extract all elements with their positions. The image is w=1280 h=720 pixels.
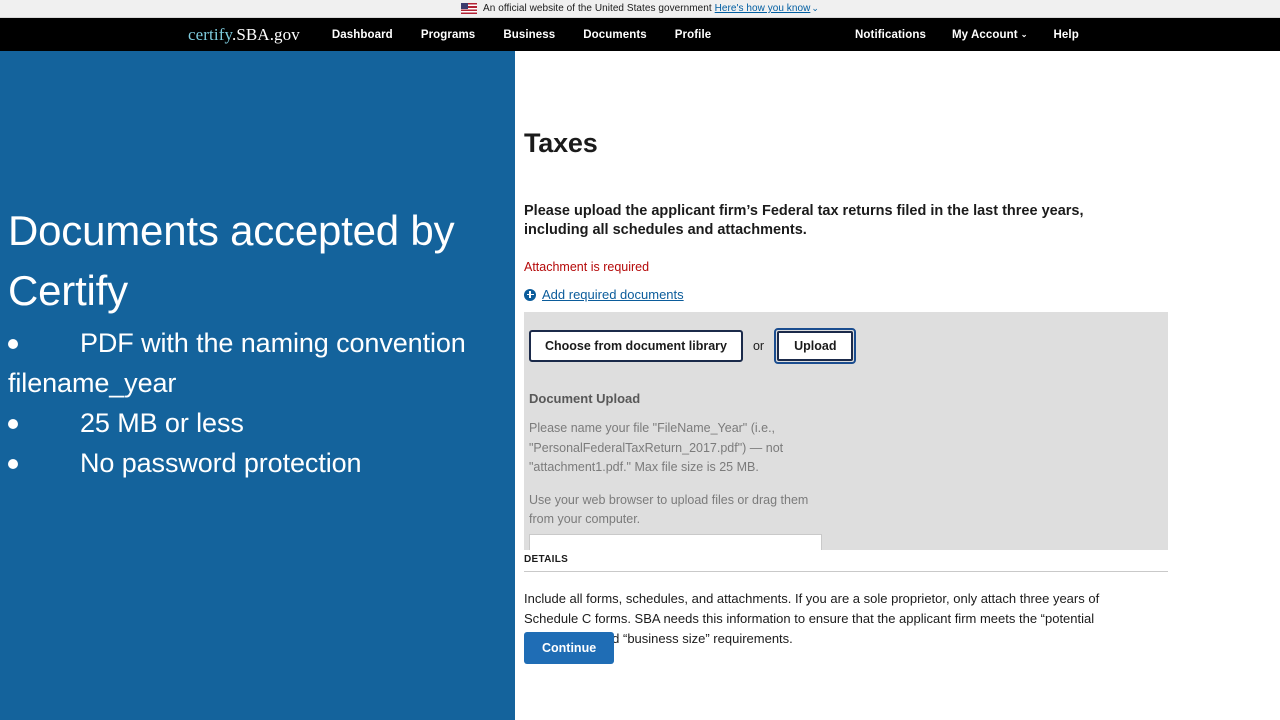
nav-item-notifications[interactable]: Notifications <box>855 29 926 41</box>
document-upload-panel: Choose from document library or Upload D… <box>524 312 1168 550</box>
list-item: PDF with the naming convention filename_… <box>8 323 507 403</box>
nav-item-documents[interactable]: Documents <box>583 29 647 41</box>
bullet-icon <box>8 459 18 469</box>
list-item: No password protection <box>8 443 507 483</box>
or-label: or <box>752 339 765 353</box>
continue-button[interactable]: Continue <box>524 632 615 664</box>
panel-bullet-list: PDF with the naming convention filename_… <box>8 323 507 483</box>
nav-item-profile[interactable]: Profile <box>675 29 712 41</box>
main-content: Taxes Please upload the applicant firm’s… <box>515 51 1280 720</box>
page-title: Taxes <box>524 128 598 158</box>
bullet-icon <box>8 339 18 349</box>
logo-sba-text: .SBA.gov <box>231 24 300 44</box>
page-body: Documents accepted by Certify PDF with t… <box>0 51 1280 720</box>
upload-action-row: Choose from document library or Upload <box>529 328 1168 364</box>
plus-circle-icon <box>524 288 536 301</box>
add-required-documents-link[interactable]: Add required documents <box>524 287 684 302</box>
details-divider <box>524 571 1168 572</box>
primary-nav: Dashboard Programs Business Documents Pr… <box>332 29 711 41</box>
bullet-icon <box>8 419 18 429</box>
add-required-documents-label: Add required documents <box>542 287 684 302</box>
upload-button[interactable]: Upload <box>777 331 854 361</box>
attachment-required-error: Attachment is required <box>524 260 650 274</box>
chevron-down-icon: ⌄ <box>1020 29 1028 39</box>
chevron-down-icon[interactable]: ⌄ <box>811 3 819 14</box>
nav-item-programs[interactable]: Programs <box>421 29 476 41</box>
us-flag-icon <box>461 3 478 14</box>
gov-banner-text: An official website of the United States… <box>483 3 712 14</box>
secondary-nav: Notifications My Account ⌄ Help <box>855 29 1079 41</box>
gov-banner: An official website of the United States… <box>0 0 1280 18</box>
heres-how-you-know-link[interactable]: Here's how you know <box>715 3 811 14</box>
list-item-label: No password protection <box>80 448 362 478</box>
nav-item-my-account[interactable]: My Account ⌄ <box>952 29 1028 41</box>
nav-item-my-account-label: My Account <box>951 28 1018 41</box>
file-input[interactable] <box>529 534 822 550</box>
document-upload-heading: Document Upload <box>529 391 641 406</box>
nav-item-business[interactable]: Business <box>503 29 555 41</box>
nav-item-help[interactable]: Help <box>1054 29 1079 41</box>
nav-item-dashboard[interactable]: Dashboard <box>332 29 393 41</box>
upload-browser-instructions: Use your web browser to upload files or … <box>529 492 809 527</box>
logo-certify-text: certify <box>188 24 232 44</box>
details-label: DETAILS <box>524 554 569 565</box>
site-logo[interactable]: certify.SBA.gov <box>188 25 300 45</box>
instruction-text: Please upload the applicant firm’s Feder… <box>524 203 1084 238</box>
list-item-label: 25 MB or less <box>80 408 244 438</box>
choose-from-document-library-button[interactable]: Choose from document library <box>529 330 743 362</box>
upload-button-focus-ring: Upload <box>774 328 857 364</box>
panel-title: Documents accepted by Certify <box>8 207 455 314</box>
documents-accepted-panel: Documents accepted by Certify PDF with t… <box>0 51 515 720</box>
top-navbar: certify.SBA.gov Dashboard Programs Busin… <box>0 18 1280 51</box>
upload-naming-instructions: Please name your file "FileName_Year" (i… <box>529 421 784 475</box>
list-item-label: PDF with the naming convention filename_… <box>8 328 466 398</box>
list-item: 25 MB or less <box>8 403 507 443</box>
